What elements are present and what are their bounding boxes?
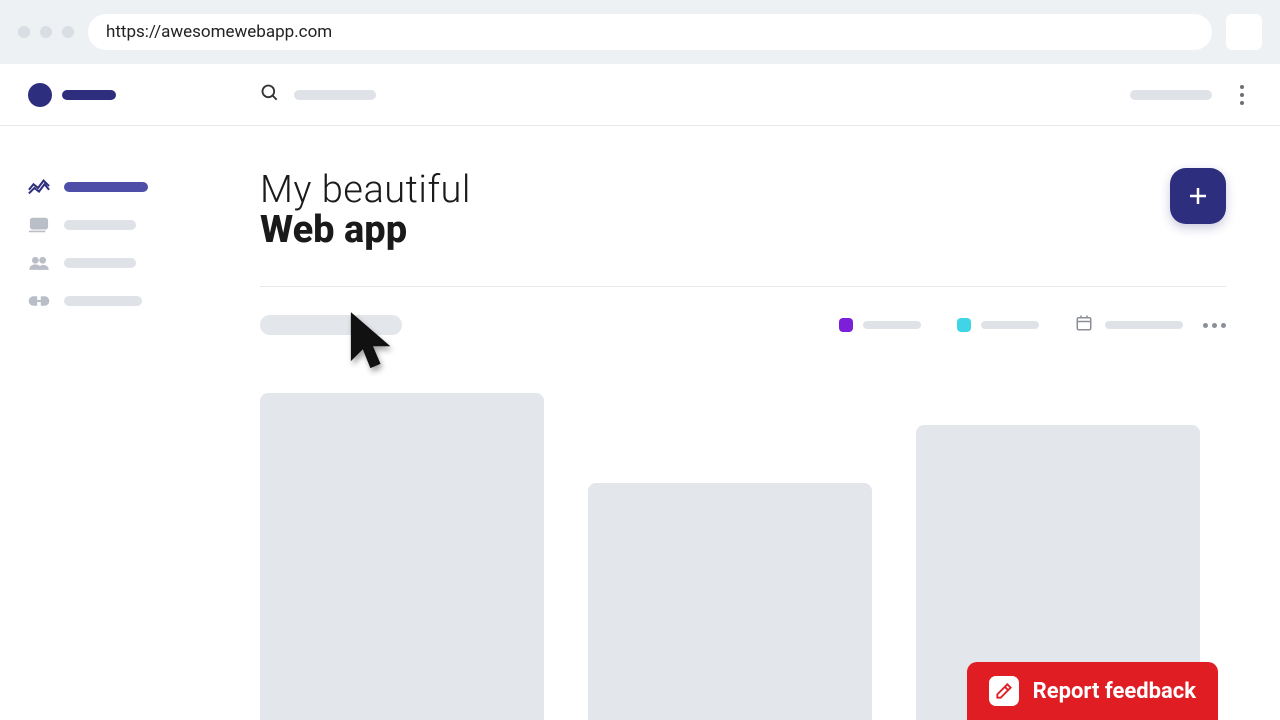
browser-chrome: https://awesomewebapp.com [0,0,1280,64]
date-filter[interactable] [1075,314,1183,336]
nav-item-users[interactable] [28,244,232,282]
brand-logo-icon [28,83,52,107]
content-card-2[interactable] [588,483,872,720]
title-line-2: Web app [260,208,1170,252]
search-icon [260,83,280,107]
feedback-label: Report feedback [1033,679,1196,704]
main-content: My beautiful Web app [260,126,1280,720]
address-url: https://awesomewebapp.com [106,22,332,42]
title-line-1: My beautiful [260,168,1170,212]
legend-swatch-1 [839,318,853,332]
edit-icon [989,676,1019,706]
window-close-dot[interactable] [18,26,30,38]
app-header [0,64,1280,126]
calendar-icon [1075,314,1093,336]
divider [260,286,1226,287]
add-button[interactable] [1170,168,1226,224]
legend-item-1[interactable] [839,318,921,332]
browser-extension-slot[interactable] [1226,14,1262,50]
header-overflow-menu[interactable] [1232,85,1252,105]
analytics-icon [28,178,50,196]
filter-row [260,313,1226,337]
filter-overflow-menu[interactable] [1203,323,1226,328]
legend-label-placeholder [981,321,1039,329]
search-placeholder [294,90,376,100]
nav-label-placeholder [64,182,148,192]
page-title: My beautiful Web app [260,168,1170,252]
billing-icon [28,216,50,234]
content-card-1[interactable] [260,393,544,720]
nav-label-placeholder [64,296,142,306]
header-right-placeholder [1130,90,1212,100]
legend-swatch-2 [957,318,971,332]
sidebar [0,126,260,720]
brand[interactable] [28,83,260,107]
users-icon [28,254,50,272]
report-feedback-button[interactable]: Report feedback [967,662,1218,720]
nav-item-analytics[interactable] [28,168,232,206]
filter-dropdown[interactable] [260,315,402,335]
legend-label-placeholder [863,321,921,329]
window-min-dot[interactable] [40,26,52,38]
date-label-placeholder [1105,321,1183,329]
nav-item-billing[interactable] [28,206,232,244]
window-max-dot[interactable] [62,26,74,38]
search[interactable] [260,83,376,107]
address-bar[interactable]: https://awesomewebapp.com [88,14,1212,50]
window-controls [18,26,74,38]
nav-item-links[interactable] [28,282,232,320]
brand-name-placeholder [62,90,116,100]
legend-item-2[interactable] [957,318,1039,332]
nav-label-placeholder [64,220,136,230]
nav-label-placeholder [64,258,136,268]
link-icon [28,292,50,310]
